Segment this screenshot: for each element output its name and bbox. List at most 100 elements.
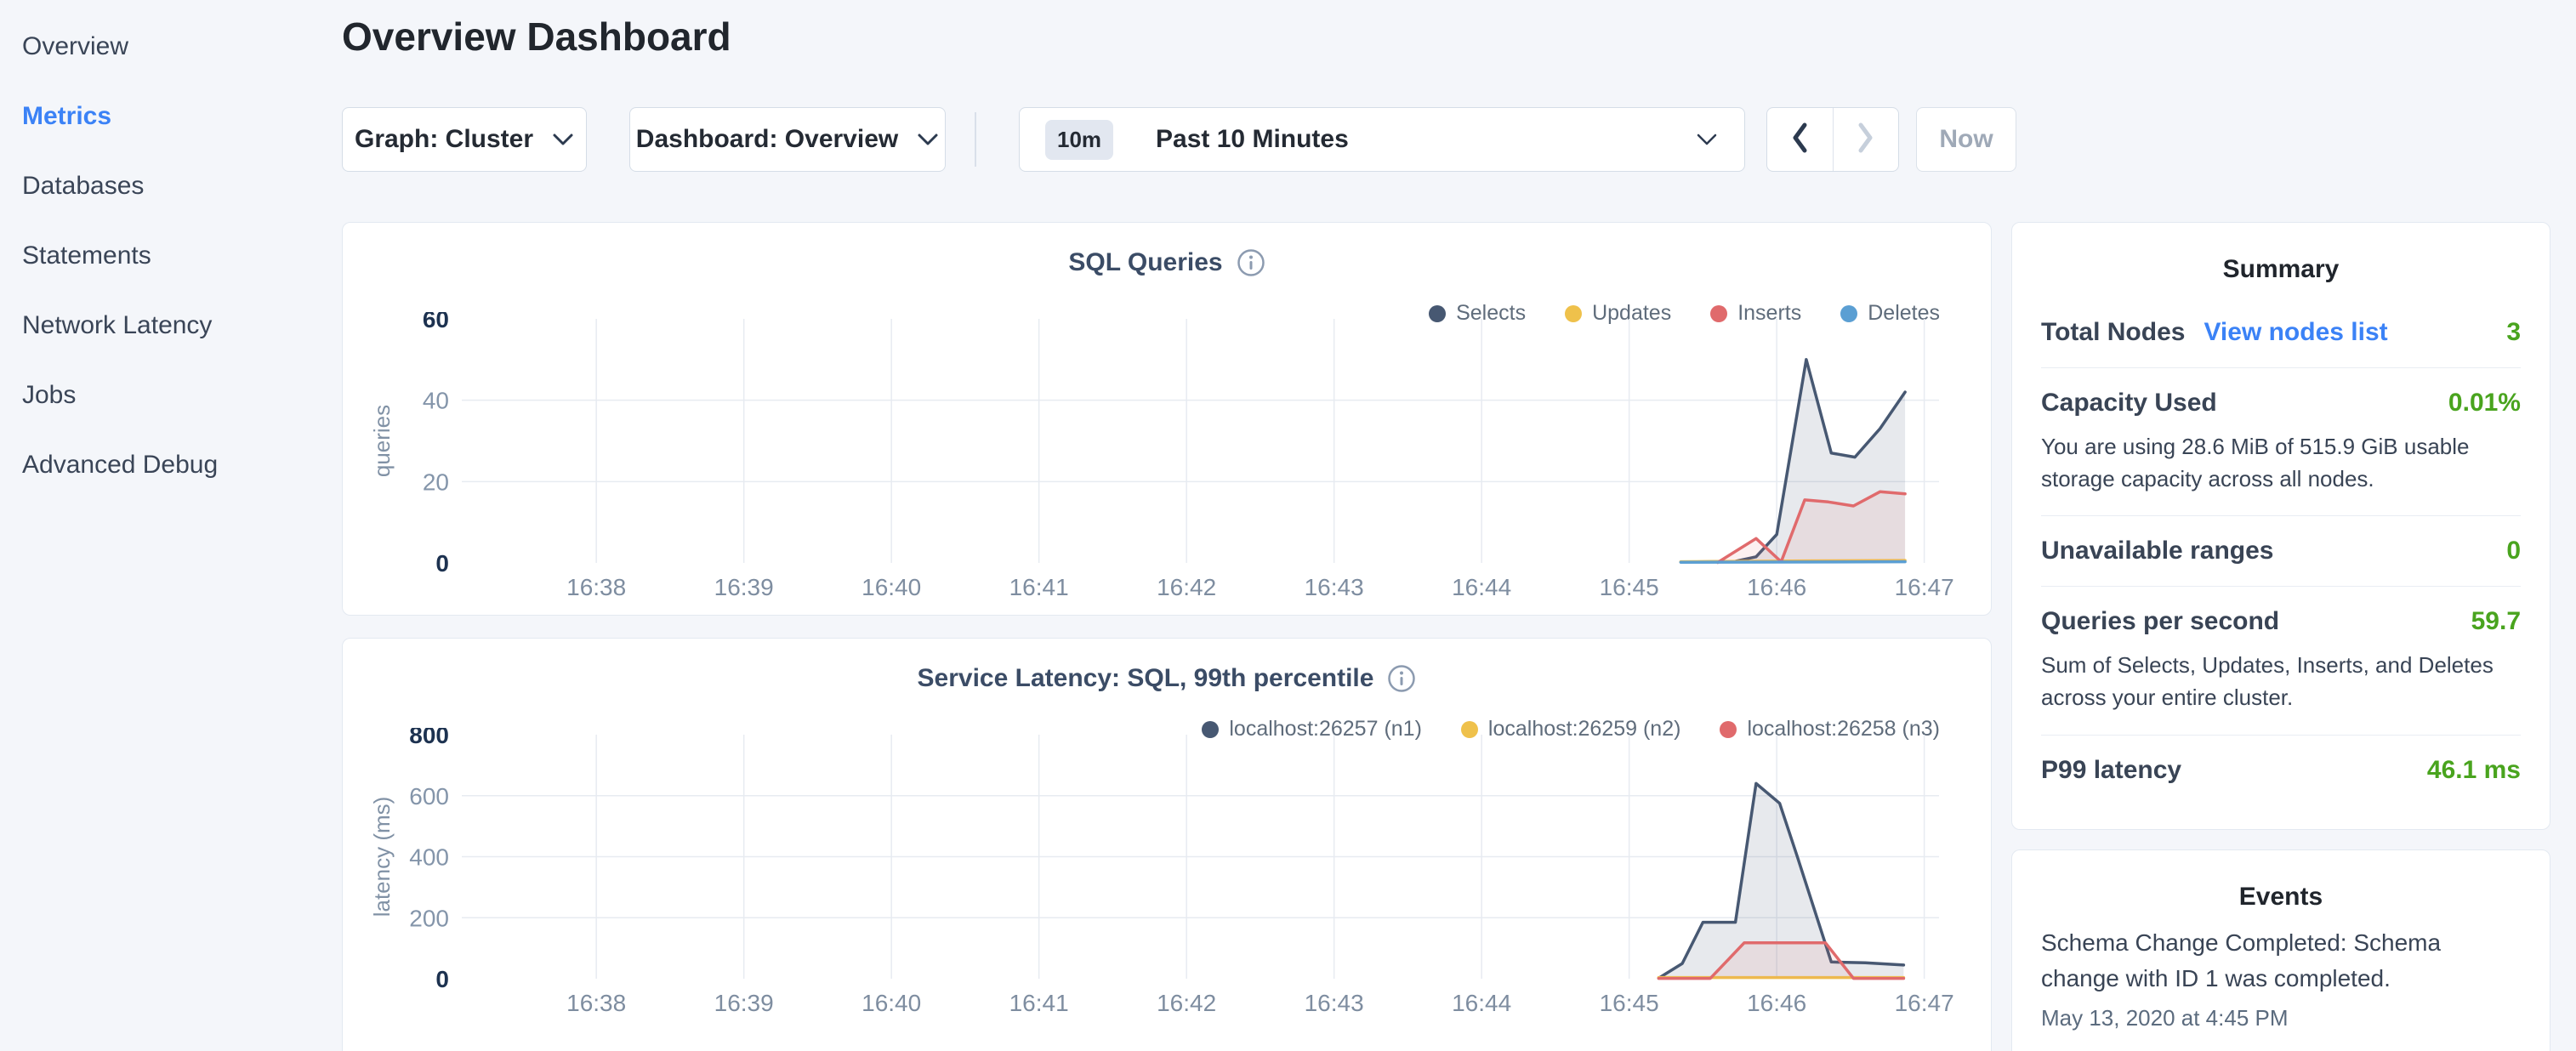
chart-title: SQL Queries — [1068, 248, 1222, 277]
summary-row: Total Nodes View nodes list 3 — [2041, 298, 2521, 367]
svg-text:16:42: 16:42 — [1157, 574, 1216, 600]
chart-title: Service Latency: SQL, 99th percentile — [918, 664, 1374, 693]
service-latency-chart-card: Service Latency: SQL, 99th percentile lo… — [342, 638, 1992, 1051]
event-timestamp: May 13, 2020 at 4:45 PM — [2041, 1005, 2521, 1031]
sidebar-nav: OverviewMetricsDatabasesStatementsNetwor… — [0, 0, 340, 500]
time-range-label: Past 10 Minutes — [1156, 125, 1349, 154]
summary-row-value: 3 — [2506, 318, 2521, 347]
summary-row-header: Capacity Used 0.01% — [2041, 389, 2521, 418]
chart-header: Service Latency: SQL, 99th percentile — [343, 664, 1991, 693]
dashboard-dropdown-label: Dashboard: Overview — [636, 125, 898, 154]
events-list: Schema Change Completed: Schema change w… — [2041, 925, 2521, 1031]
info-icon[interactable] — [1387, 664, 1416, 693]
svg-text:16:47: 16:47 — [1895, 990, 1954, 1016]
time-range-dropdown[interactable]: 10m Past 10 Minutes — [1019, 107, 1745, 172]
svg-text:16:41: 16:41 — [1009, 574, 1069, 600]
time-range-badge: 10m — [1045, 120, 1113, 160]
svg-text:16:46: 16:46 — [1747, 574, 1806, 600]
svg-text:16:42: 16:42 — [1157, 990, 1216, 1016]
svg-text:16:43: 16:43 — [1305, 574, 1364, 600]
summary-row-label: Unavailable ranges — [2041, 537, 2273, 565]
svg-text:0: 0 — [435, 550, 449, 577]
sidebar-item-metrics[interactable]: Metrics — [0, 82, 340, 151]
dashboard-dropdown[interactable]: Dashboard: Overview — [629, 107, 946, 172]
chart-plot: 16:3816:3916:4016:4116:4216:4316:4416:45… — [355, 728, 1980, 1025]
summary-row-value: 46.1 ms — [2427, 756, 2521, 785]
now-button[interactable]: Now — [1916, 107, 2016, 172]
chart-plot-area: 16:38 16:39 16:40 16:41 16:42 16:43 16:44 16:45… — [355, 312, 1980, 614]
svg-text:16:45: 16:45 — [1600, 574, 1659, 600]
svg-text:40: 40 — [423, 388, 449, 414]
summary-row-label: Total Nodes — [2041, 318, 2185, 347]
summary-row-header: Queries per second 59.7 — [2041, 607, 2521, 636]
svg-text:queries: queries — [369, 405, 395, 477]
sidebar-item-network-latency[interactable]: Network Latency — [0, 291, 340, 361]
chevron-right-icon — [1857, 122, 1875, 158]
summary-row-description: Sum of Selects, Updates, Inserts, and De… — [2041, 650, 2521, 713]
sidebar-item-databases[interactable]: Databases — [0, 151, 340, 221]
summary-panel: Summary Total Nodes View nodes list 3 Capac… — [2011, 222, 2550, 830]
svg-text:16:40: 16:40 — [862, 990, 921, 1016]
sidebar-item-statements[interactable]: Statements — [0, 221, 340, 291]
view-nodes-list-link[interactable]: View nodes list — [2204, 318, 2387, 347]
page-title: Overview Dashboard — [342, 14, 731, 60]
chevron-down-icon — [1695, 132, 1719, 147]
svg-text:16:39: 16:39 — [714, 574, 774, 600]
svg-text:0: 0 — [435, 966, 449, 992]
summary-row-value: 0 — [2506, 537, 2521, 565]
svg-text:16:43: 16:43 — [1305, 990, 1364, 1016]
time-nav-group — [1766, 107, 1899, 172]
events-panel: Events Schema Change Completed: Schema c… — [2011, 849, 2550, 1051]
graph-dropdown[interactable]: Graph: Cluster — [342, 107, 587, 172]
graph-dropdown-label: Graph: Cluster — [355, 125, 533, 154]
event-text: Schema Change Completed: Schema change w… — [2041, 925, 2521, 997]
chevron-left-icon — [1790, 122, 1809, 158]
summary-row-header: Unavailable ranges 0 — [2041, 537, 2521, 565]
svg-text:16:39: 16:39 — [714, 990, 774, 1016]
svg-text:latency (ms): latency (ms) — [369, 797, 395, 917]
summary-row-value: 59.7 — [2471, 607, 2521, 636]
chart-plot: 16:38 16:39 16:40 16:41 16:42 16:43 16:44 16:45… — [355, 312, 1980, 610]
sidebar-item-overview[interactable]: Overview — [0, 12, 340, 82]
info-icon[interactable] — [1237, 248, 1265, 277]
event-item: Schema Change Completed: Schema change w… — [2041, 925, 2521, 1031]
svg-text:20: 20 — [423, 469, 449, 495]
summary-row: Queries per second 59.7 Sum of Selects, Up… — [2041, 586, 2521, 734]
svg-text:16:41: 16:41 — [1009, 990, 1069, 1016]
toolbar-divider — [975, 112, 976, 167]
summary-title: Summary — [2041, 255, 2521, 284]
svg-text:16:44: 16:44 — [1452, 990, 1511, 1016]
svg-text:400: 400 — [409, 844, 449, 871]
summary-row-label: P99 latency — [2041, 756, 2181, 785]
sql-queries-chart-card: SQL Queries SelectsUpdatesInsertsDeletes… — [342, 222, 1992, 616]
svg-text:16:38: 16:38 — [566, 990, 626, 1016]
sidebar-item-jobs[interactable]: Jobs — [0, 361, 340, 430]
svg-text:16:38: 16:38 — [566, 574, 626, 600]
summary-row-value: 0.01% — [2448, 389, 2521, 418]
summary-row-header: P99 latency 46.1 ms — [2041, 756, 2521, 785]
svg-text:60: 60 — [423, 312, 449, 332]
chevron-down-icon — [917, 133, 939, 147]
app-root: OverviewMetricsDatabasesStatementsNetwor… — [0, 0, 2576, 1051]
summary-row-label: Queries per second — [2041, 607, 2279, 636]
svg-text:16:47: 16:47 — [1895, 574, 1954, 600]
summary-row-description: You are using 28.6 MiB of 515.9 GiB usab… — [2041, 431, 2521, 495]
summary-row: Unavailable ranges 0 — [2041, 515, 2521, 586]
svg-text:16:40: 16:40 — [862, 574, 921, 600]
events-title: Events — [2041, 883, 2521, 912]
time-forward-button[interactable] — [1833, 108, 1899, 171]
summary-row-header: Total Nodes View nodes list 3 — [2041, 318, 2521, 347]
svg-text:800: 800 — [409, 728, 449, 748]
svg-text:16:44: 16:44 — [1452, 574, 1511, 600]
chart-plot-area: 16:3816:3916:4016:4116:4216:4316:4416:45… — [355, 728, 1980, 1030]
summary-row-label: Capacity Used — [2041, 389, 2217, 418]
sidebar-item-advanced-debug[interactable]: Advanced Debug — [0, 430, 340, 500]
summary-rows: Total Nodes View nodes list 3 Capacity Used… — [2041, 298, 2521, 805]
chevron-down-icon — [552, 133, 574, 147]
chart-header: SQL Queries — [343, 248, 1991, 277]
svg-text:600: 600 — [409, 783, 449, 810]
svg-text:16:46: 16:46 — [1747, 990, 1806, 1016]
time-back-button[interactable] — [1767, 108, 1833, 171]
summary-row: P99 latency 46.1 ms — [2041, 735, 2521, 805]
svg-text:200: 200 — [409, 905, 449, 931]
